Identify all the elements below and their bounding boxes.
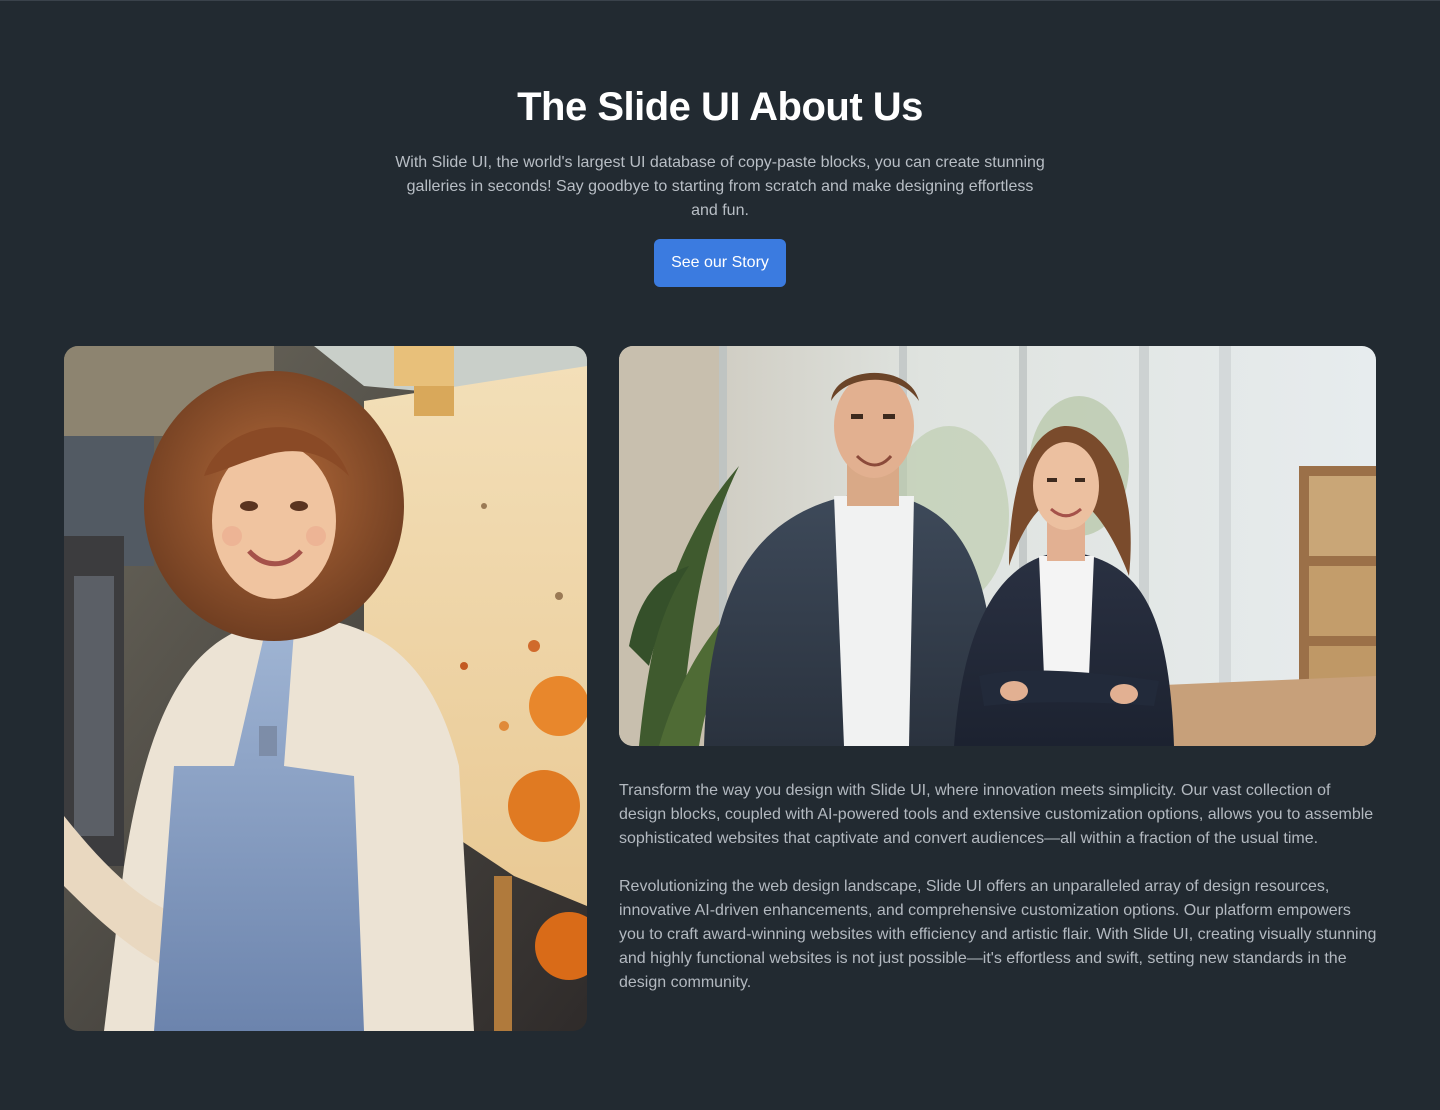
artist-portrait-image	[64, 346, 587, 1031]
about-paragraph-2: Revolutionizing the web design landscape…	[619, 878, 1377, 991]
about-section: The Slide UI About Us With Slide UI, the…	[0, 0, 1440, 1110]
page-title: The Slide UI About Us	[517, 85, 923, 129]
hero-subtitle: With Slide UI, the world's largest UI da…	[395, 154, 1045, 219]
see-our-story-button[interactable]: See our Story	[654, 239, 786, 287]
about-paragraph-1: Transform the way you design with Slide …	[619, 782, 1374, 847]
hero: The Slide UI About Us With Slide UI, the…	[0, 81, 1440, 287]
about-description: Transform the way you design with Slide …	[619, 779, 1379, 1019]
team-portrait-image	[619, 346, 1376, 746]
